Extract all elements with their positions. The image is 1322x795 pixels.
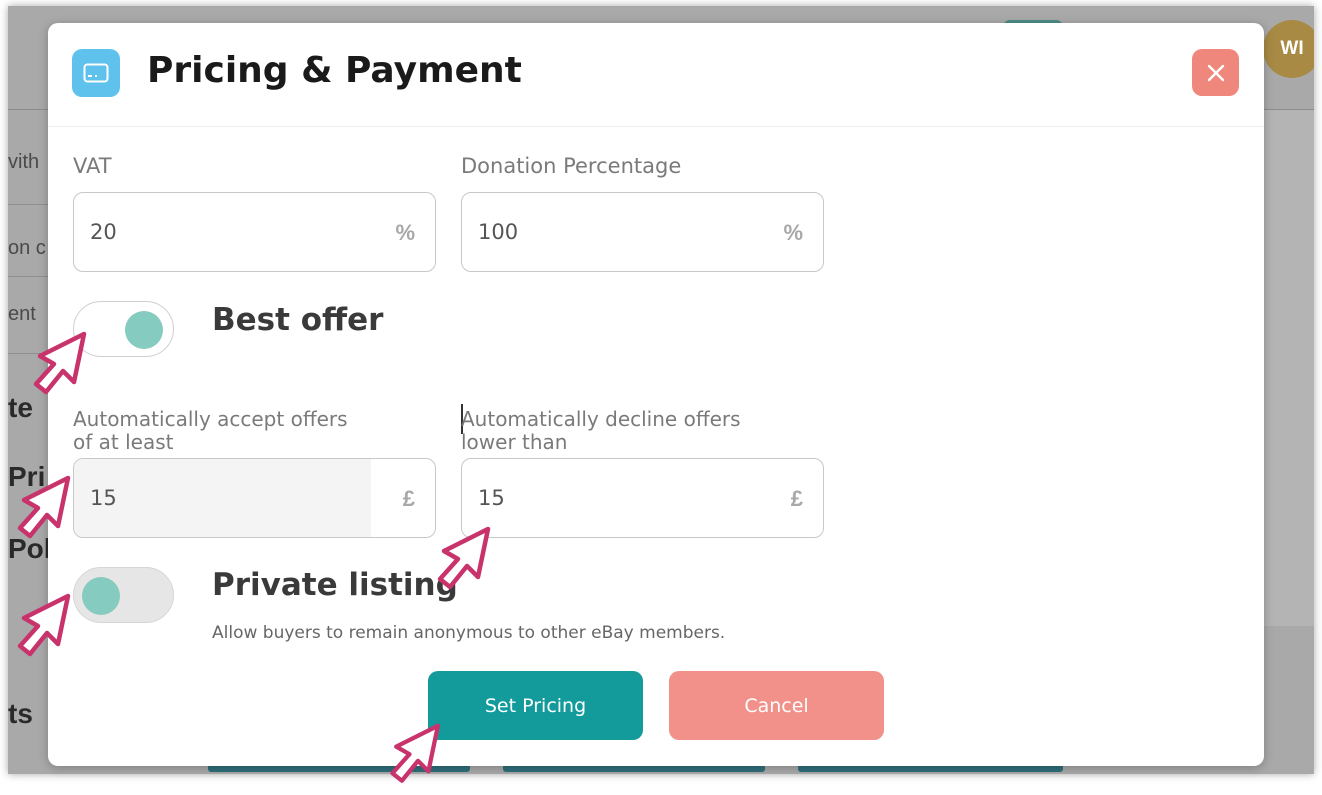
background-fragment: on c [8,237,46,259]
decline-offers-label-line2: lower than [461,430,568,454]
best-offer-label: Best offer [212,302,384,338]
background-fragment: vith [8,151,40,173]
background-fragment: ent [8,303,36,325]
credit-card-icon [72,49,120,97]
accept-offers-value: 15 [90,486,117,510]
background-panel [1264,110,1314,626]
pointer-arrow-icon [437,526,491,590]
cancel-button[interactable]: Cancel [669,671,884,740]
private-listing-helper: Allow buyers to remain anonymous to othe… [212,623,726,643]
avatar: WI [1263,20,1314,78]
donation-value: 100 [478,220,519,244]
close-button[interactable] [1192,49,1239,96]
donation-percentage-input[interactable]: 100 % [461,192,824,272]
accept-offers-label: Automatically accept offers of at least [73,408,348,454]
modal-header: Pricing & Payment [48,23,1264,127]
toggle-knob [125,311,163,349]
pointer-arrow-icon [17,593,71,657]
percent-unit: % [395,220,415,245]
input-fill [74,459,371,537]
pointer-arrow-icon [33,331,87,395]
set-pricing-button[interactable]: Set Pricing [428,671,643,740]
decline-offers-label-line1: Automatically decline offers [461,407,741,431]
pound-unit: £ [790,486,803,511]
donation-percentage-label: Donation Percentage [461,154,682,178]
pointer-arrow-icon [390,723,441,783]
modal-title: Pricing & Payment [147,50,522,91]
decline-offers-value: 15 [478,486,505,510]
vat-input[interactable]: 20 % [73,192,436,272]
accept-offers-label-line1: Automatically accept offers [73,407,348,431]
pricing-payment-modal: Pricing & Payment VAT 20 % Donation Perc… [48,23,1264,766]
accept-offers-label-line2: of at least [73,430,174,454]
background-heading: ts [8,698,33,729]
accept-offers-input[interactable]: 15 £ [73,458,436,538]
vat-value: 20 [90,220,117,244]
background-divider [8,204,52,205]
close-icon [1207,64,1224,81]
private-listing-label: Private listing [212,567,458,603]
background-divider [8,276,52,277]
decline-offers-input[interactable]: 15 £ [461,458,824,538]
pound-unit: £ [402,486,415,511]
pointer-arrow-icon [17,475,71,539]
decline-offers-label: Automatically decline offers lower than [461,408,741,454]
percent-unit: % [783,220,803,245]
vat-label: VAT [73,154,112,178]
private-listing-toggle[interactable] [73,567,174,623]
toggle-knob [82,577,120,615]
